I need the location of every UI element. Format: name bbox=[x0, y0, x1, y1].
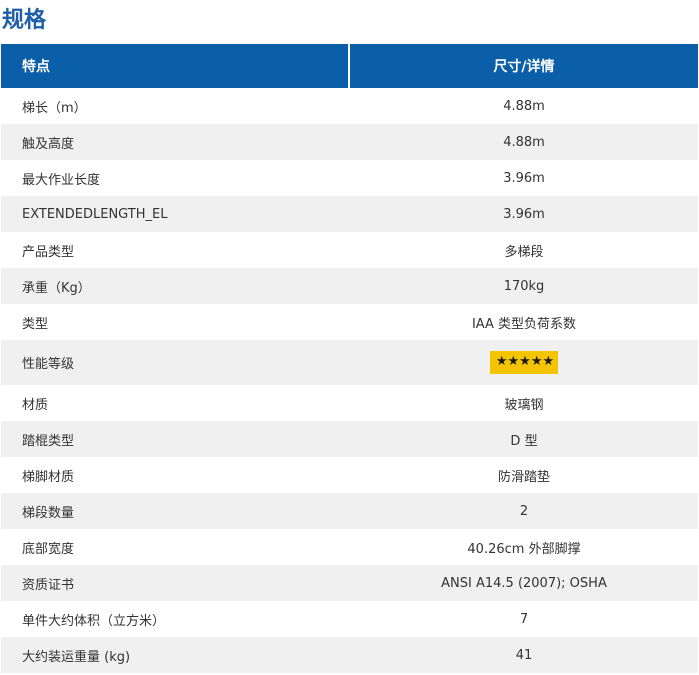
table-header: 特点 尺寸/详情 bbox=[1, 44, 698, 88]
table-row: 产品类型 多梯段 bbox=[1, 232, 698, 268]
table-row: 性能等级 ★★★★★ bbox=[1, 340, 698, 385]
table-row: 触及高度 4.88m bbox=[1, 124, 698, 160]
row-label: 承重（Kg） bbox=[22, 280, 91, 296]
table-row: EXTENDEDLENGTH_EL 3.96m bbox=[1, 196, 698, 232]
table-row: 单件大约体积（立方米） 7 bbox=[1, 601, 698, 637]
row-value: 3.96m bbox=[503, 170, 545, 186]
row-label: 产品类型 bbox=[22, 244, 75, 260]
row-value: IAA 类型负荷系数 bbox=[471, 316, 577, 332]
table-row: 材质 玻璃钢 bbox=[1, 385, 698, 421]
table-row: 梯脚材质 防滑踏垫 bbox=[1, 457, 698, 493]
table-row: 最大作业长度 3.96m bbox=[1, 160, 698, 196]
row-label: 梯长（m） bbox=[22, 100, 87, 116]
row-label: 踏棍类型 bbox=[22, 433, 75, 449]
row-value: 41 bbox=[515, 647, 533, 663]
row-label: 类型 bbox=[22, 316, 49, 332]
header-detail: 尺寸/详情 bbox=[493, 59, 555, 75]
row-label: 梯段数量 bbox=[22, 505, 75, 521]
row-value: 40.26cm 外部脚撑 bbox=[467, 541, 581, 557]
row-value: 4.88m bbox=[503, 134, 545, 150]
row-label: 梯脚材质 bbox=[22, 469, 75, 485]
row-label: 触及高度 bbox=[22, 136, 75, 152]
row-label: 单件大约体积（立方米） bbox=[22, 613, 166, 629]
row-value: D 型 bbox=[510, 433, 538, 449]
row-label: 最大作业长度 bbox=[22, 172, 101, 188]
row-value: ANSI A14.5 (2007); OSHA bbox=[441, 575, 607, 591]
row-value: 玻璃钢 bbox=[504, 397, 544, 413]
table-row: 承重（Kg） 170kg bbox=[1, 268, 698, 304]
table-row: 类型 IAA 类型负荷系数 bbox=[1, 304, 698, 340]
row-value: 4.88m bbox=[503, 98, 545, 114]
row-value: ★★★★★ bbox=[350, 340, 698, 385]
row-label: EXTENDEDLENGTH_EL bbox=[22, 206, 168, 222]
row-label: 材质 bbox=[22, 397, 49, 413]
row-value: 170kg bbox=[503, 278, 545, 294]
table-row: 资质证书 ANSI A14.5 (2007); OSHA bbox=[1, 565, 698, 601]
rating-stars-icon: ★★★★★ bbox=[489, 351, 559, 374]
row-label: 性能等级 bbox=[22, 357, 75, 372]
table-row: 梯段数量 2 bbox=[1, 493, 698, 529]
spec-table: 特点 尺寸/详情 梯长（m） 4.88m 触及高度 4.88m 最大作业长度 3… bbox=[1, 44, 698, 673]
row-value: 多梯段 bbox=[504, 244, 544, 260]
page-title: 规格 bbox=[2, 8, 47, 33]
table-row: 踏棍类型 D 型 bbox=[1, 421, 698, 457]
row-value: 7 bbox=[519, 611, 529, 627]
row-label: 大约装运重量 (kg) bbox=[22, 649, 131, 665]
row-label: 资质证书 bbox=[22, 577, 75, 593]
row-value: 3.96m bbox=[503, 206, 545, 222]
table-row: 大约装运重量 (kg) 41 bbox=[1, 637, 698, 673]
header-feature: 特点 bbox=[1, 44, 350, 88]
table-row: 底部宽度 40.26cm 外部脚撑 bbox=[1, 529, 698, 565]
row-value: 2 bbox=[519, 503, 529, 519]
row-label: 底部宽度 bbox=[22, 541, 75, 557]
table-row: 梯长（m） 4.88m bbox=[1, 88, 698, 124]
row-value: 防滑踏垫 bbox=[497, 469, 550, 485]
